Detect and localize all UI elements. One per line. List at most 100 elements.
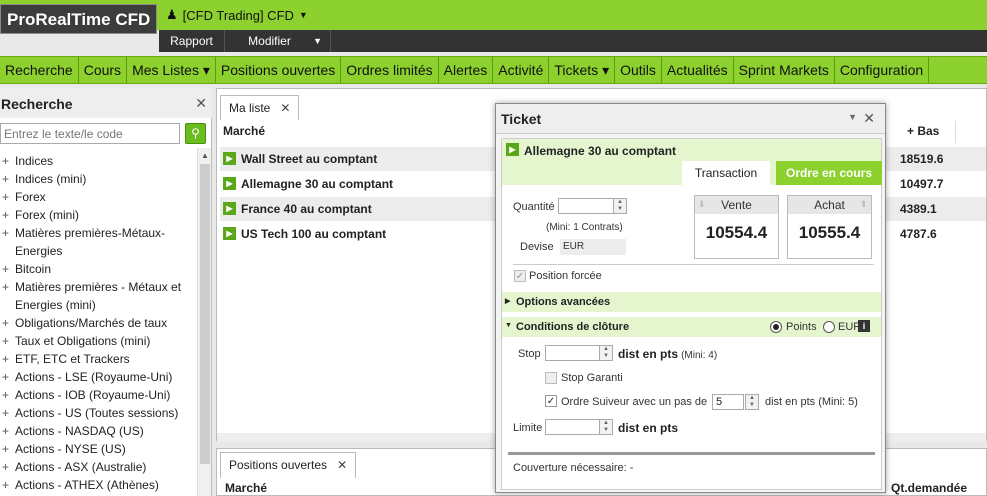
chevron-down-icon[interactable]: ▼ <box>848 112 857 122</box>
ordre-suiveur-label: Ordre Suiveur avec un pas de <box>561 396 708 408</box>
pas-input[interactable]: 5 <box>712 394 744 410</box>
rapport-button[interactable]: Rapport <box>159 30 225 52</box>
tree-item[interactable]: + Matières premières - Métaux et Energies… <box>0 278 197 314</box>
expand-icon: + <box>2 370 10 384</box>
tree-item[interactable]: + Actions - ASX (Australie) <box>0 458 197 476</box>
limite-input[interactable] <box>545 419 601 435</box>
tree-item[interactable]: + ETF, ETC et Trackers <box>0 350 197 368</box>
bas-value: 18519.6 <box>900 152 944 166</box>
vente-box[interactable]: Vente ⬇ 10554.4 <box>694 195 779 259</box>
tree-item[interactable]: + Actions - LSE (Royaume-Uni) <box>0 368 197 386</box>
quantite-label: Quantité <box>513 201 555 213</box>
stop-distance: dist en pts (Mini: 4) <box>618 347 717 361</box>
tree-item[interactable]: + Actions - NYSE (US) <box>0 440 197 458</box>
devise-value: EUR <box>560 239 626 255</box>
scrollbar-thumb[interactable] <box>200 164 210 464</box>
main-nav: Recherche Cours Mes Listes ▾ Positions o… <box>0 56 987 84</box>
nav-configuration[interactable]: Configuration <box>835 57 930 83</box>
menu-bar: Rapport Modifier ▼ <box>159 30 987 52</box>
nav-actualites[interactable]: Actualités <box>662 57 734 83</box>
position-forcee-checkbox[interactable]: ✓ <box>514 270 526 282</box>
close-icon[interactable]: ✕ <box>280 101 290 115</box>
achat-label: Achat <box>788 196 871 214</box>
stop-garanti-label: Stop Garanti <box>561 372 623 384</box>
expand-icon: + <box>2 424 10 438</box>
tree-item[interactable]: + Actions - ATHEX (Athènes) <box>0 476 197 494</box>
modifier-button[interactable]: Modifier ▼ <box>225 30 331 52</box>
devise-label: Devise <box>520 241 554 253</box>
nav-ordres-limites[interactable]: Ordres limités <box>341 57 439 83</box>
stop-input[interactable] <box>545 345 601 361</box>
nav-tickets[interactable]: Tickets ▾ <box>549 57 616 83</box>
quantite-stepper[interactable]: ▲ ▼ <box>613 198 627 214</box>
stop-stepper[interactable]: ▲ ▼ <box>599 345 613 361</box>
tab-transaction[interactable]: Transaction <box>682 161 770 185</box>
column-header-marche[interactable]: Marché <box>223 124 265 138</box>
play-icon[interactable]: ▶ <box>223 152 236 165</box>
position-forcee-label: Position forcée <box>529 270 602 282</box>
tree-item[interactable]: + Actions - US (Toutes sessions) <box>0 404 197 422</box>
close-icon[interactable]: ✕ <box>337 458 347 472</box>
market-tree: + Indices + Indices (mini) + Forex + Forex (… <box>0 152 197 494</box>
nav-positions-ouvertes[interactable]: Positions ouvertes <box>216 57 342 83</box>
tab-ma-liste[interactable]: Ma liste ✕ <box>220 95 300 120</box>
app-logo: ProRealTime CFD <box>0 4 157 34</box>
info-icon[interactable]: i <box>858 320 870 332</box>
tree-scrollbar[interactable]: ▲ <box>197 148 211 496</box>
tree-item[interactable]: + Indices <box>0 152 197 170</box>
achat-box[interactable]: Achat ⬆ 10555.4 <box>787 195 872 259</box>
stop-garanti-checkbox[interactable] <box>545 372 557 384</box>
nav-outils[interactable]: Outils <box>615 57 662 83</box>
expand-icon: + <box>2 154 10 168</box>
column-header-qt-demandee[interactable]: Qt.demandée <box>891 481 967 495</box>
options-avancees-section[interactable]: ▶ Options avancées <box>502 292 881 312</box>
column-header-bas[interactable]: + Bas <box>907 124 939 138</box>
ticket-dialog: Ticket ▼ ✕ ▶ Allemagne 30 au comptant Tr… <box>495 103 886 493</box>
play-icon[interactable]: ▶ <box>223 202 236 215</box>
account-selector[interactable]: ♟ [CFD Trading] CFD ▼ <box>166 7 308 23</box>
eur-radio[interactable] <box>823 321 835 333</box>
tree-item[interactable]: + Forex (mini) <box>0 206 197 224</box>
close-icon[interactable]: ✕ <box>863 110 875 127</box>
nav-activite[interactable]: Activité <box>493 57 550 83</box>
nav-cours[interactable]: Cours <box>79 57 128 83</box>
modifier-label: Modifier <box>248 34 291 48</box>
tree-item[interactable]: + Actions - IOB (Royaume-Uni) <box>0 386 197 404</box>
tree-item[interactable]: + Obligations/Marchés de taux <box>0 314 197 332</box>
points-radio[interactable] <box>770 321 782 333</box>
tab-positions-ouvertes[interactable]: Positions ouvertes ✕ <box>220 452 357 478</box>
quantite-input[interactable] <box>558 198 615 214</box>
tree-item[interactable]: + Indices (mini) <box>0 170 197 188</box>
scroll-up-icon[interactable]: ▲ <box>201 151 209 160</box>
ordre-suiveur-checkbox[interactable]: ✓ <box>545 395 557 407</box>
nav-recherche[interactable]: Recherche <box>0 57 79 83</box>
conditions-cloture-section[interactable]: ▼ Conditions de clôture Points EUR i <box>502 317 881 337</box>
expand-icon: + <box>2 262 10 276</box>
tree-item[interactable]: + Forex <box>0 188 197 206</box>
tab-label: Positions ouvertes <box>229 458 328 472</box>
nav-alertes[interactable]: Alertes <box>439 57 494 83</box>
search-button[interactable]: ⚲ <box>185 123 206 144</box>
chevron-down-icon: ▼ <box>298 10 308 20</box>
expand-icon: + <box>2 442 10 456</box>
search-input[interactable] <box>0 123 180 144</box>
expand-icon: + <box>2 280 10 294</box>
expand-icon: + <box>2 388 10 402</box>
play-icon[interactable]: ▶ <box>223 177 236 190</box>
limite-stepper[interactable]: ▲ ▼ <box>599 419 613 435</box>
market-name: US Tech 100 au comptant <box>241 227 387 241</box>
nav-mes-listes[interactable]: Mes Listes ▾ <box>127 57 216 83</box>
tab-ordre-en-cours[interactable]: Ordre en cours <box>776 161 882 185</box>
stop-dist-label: dist en pts <box>618 347 679 361</box>
tree-item[interactable]: + Taux et Obligations (mini) <box>0 332 197 350</box>
pas-stepper[interactable]: ▲ ▼ <box>745 394 759 410</box>
nav-sprint-markets[interactable]: Sprint Markets <box>734 57 835 83</box>
expand-icon: + <box>2 406 10 420</box>
column-header-marche[interactable]: Marché <box>225 481 267 495</box>
chevron-down-icon: ▼ <box>313 36 322 46</box>
tree-item[interactable]: + Actions - NASDAQ (US) <box>0 422 197 440</box>
close-icon[interactable]: ✕ <box>195 95 207 112</box>
play-icon[interactable]: ▶ <box>223 227 236 240</box>
tree-item[interactable]: + Matières premières-Métaux-Energies <box>0 224 197 260</box>
tree-item[interactable]: + Bitcoin <box>0 260 197 278</box>
